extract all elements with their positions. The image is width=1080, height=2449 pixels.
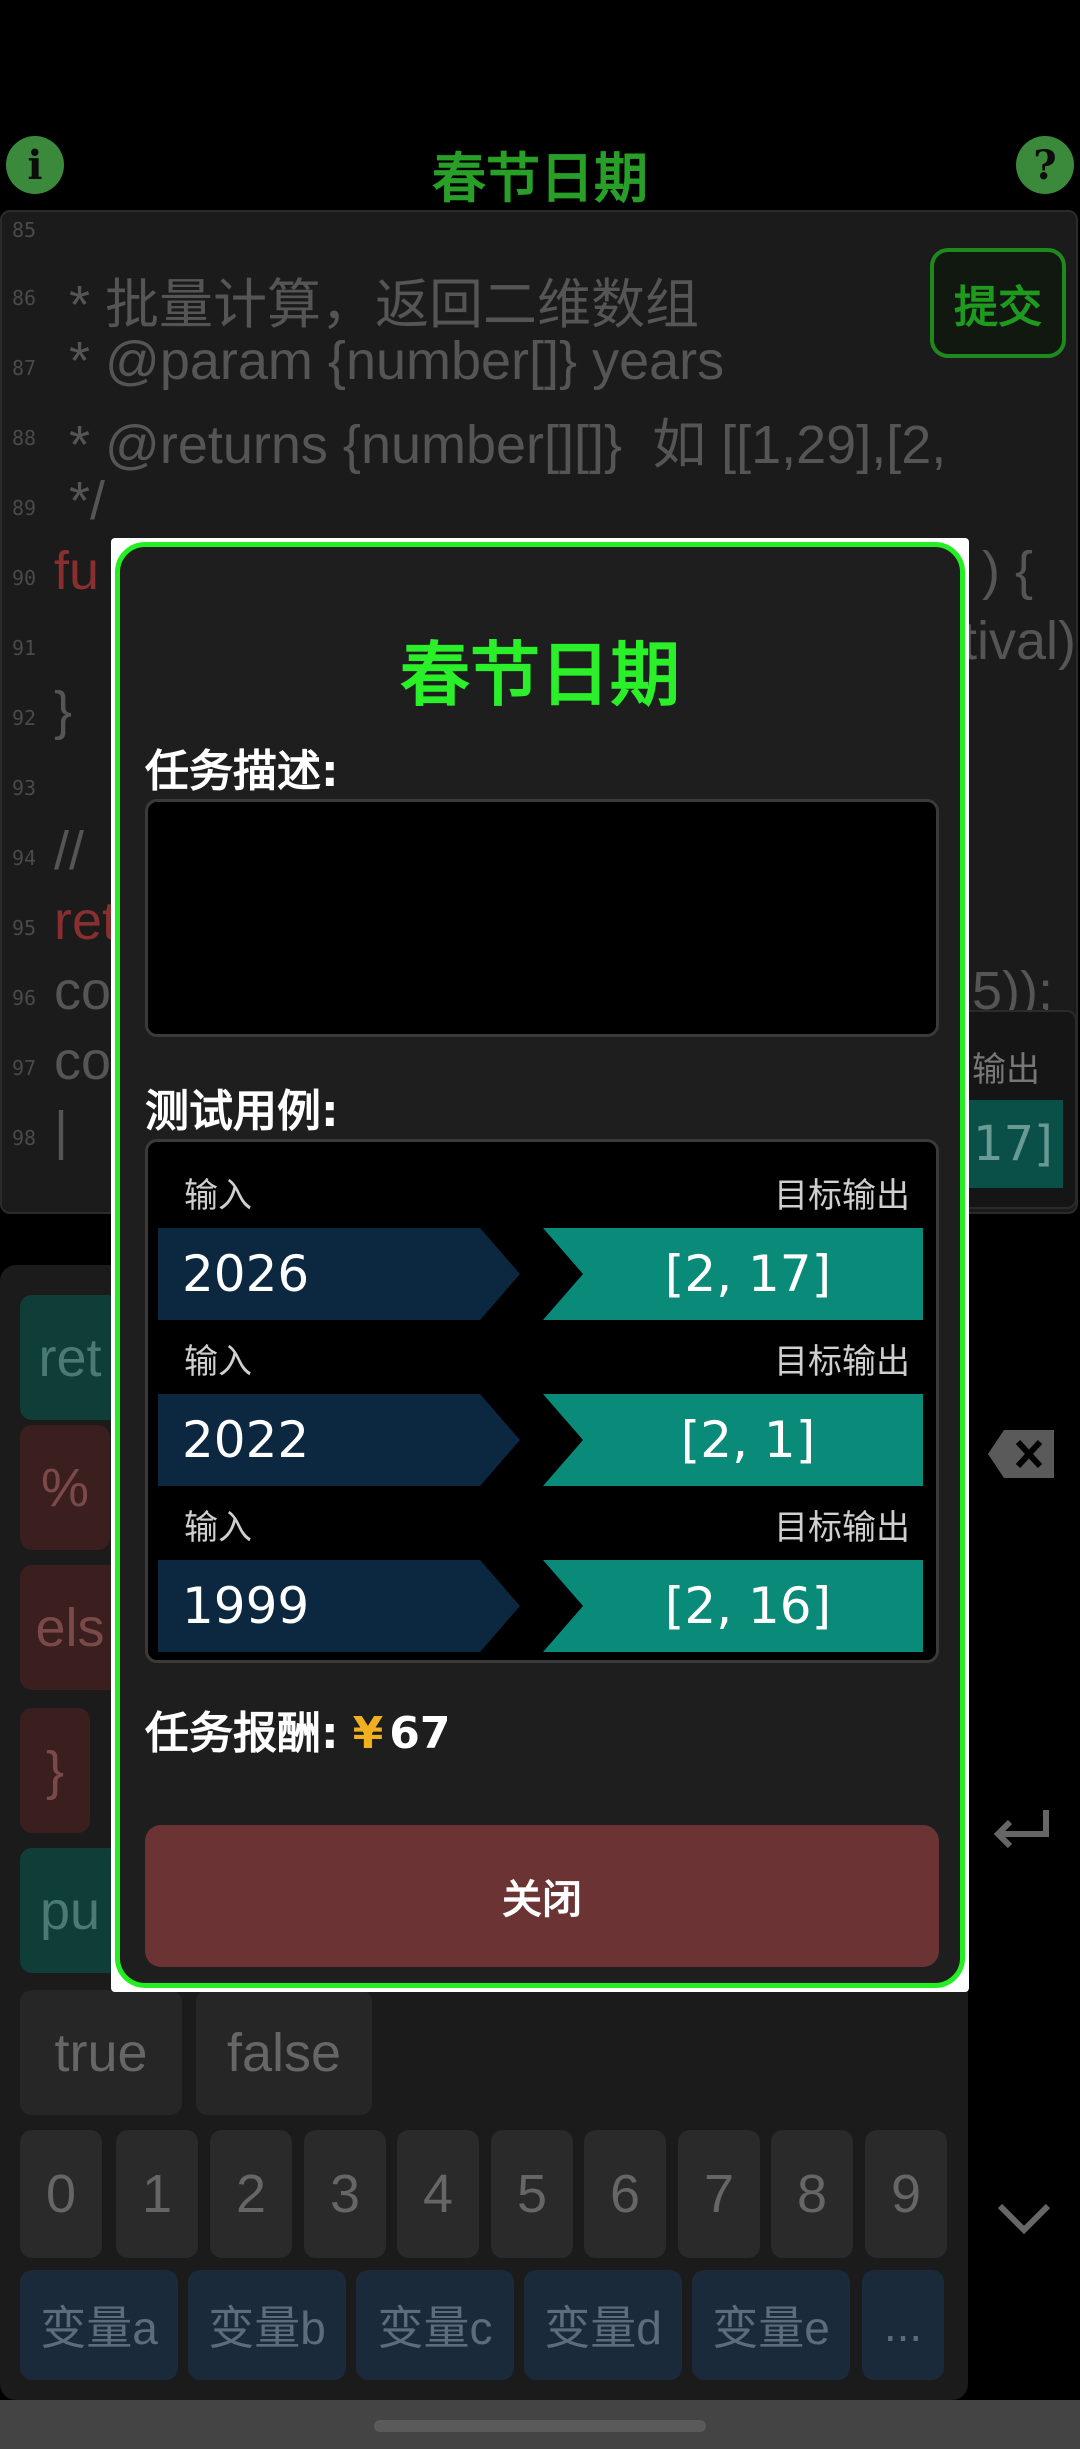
help-icon[interactable]: ? xyxy=(1016,136,1074,194)
task-description-box xyxy=(145,799,939,1037)
case-output-value: [2, 17] xyxy=(543,1228,923,1320)
currency-icon: ¥ xyxy=(352,1708,384,1759)
text-cursor: | xyxy=(54,1101,69,1161)
key-more-vars[interactable]: ... xyxy=(862,2270,944,2380)
case-input-value: 1999 xyxy=(158,1560,520,1652)
backspace-icon[interactable] xyxy=(986,1426,1058,1482)
key-digit-3[interactable]: 3 xyxy=(304,2130,386,2258)
line-number: 93 xyxy=(12,776,37,800)
task-description-label: 任务描述: xyxy=(145,746,339,797)
key-true[interactable]: true xyxy=(20,1990,182,2115)
key-push[interactable]: pu xyxy=(20,1848,120,1973)
test-cases-box: 输入 目标输出 2026 [2, 17] 输入 目标输出 2022 [2, 1]… xyxy=(145,1139,939,1663)
reward-label: 任务报酬: xyxy=(145,1708,339,1759)
code-text: ret xyxy=(54,891,118,951)
key-digit-0[interactable]: 0 xyxy=(20,2130,102,2258)
key-digit-9[interactable]: 9 xyxy=(865,2130,947,2258)
code-text: tival) xyxy=(962,611,1077,671)
home-indicator[interactable] xyxy=(374,2420,706,2432)
case-output-label: 目标输出 xyxy=(774,1342,910,1382)
case-output-value: [2, 1] xyxy=(543,1394,923,1486)
key-percent[interactable]: % xyxy=(20,1425,110,1550)
key-var-b[interactable]: 变量b xyxy=(188,2270,346,2380)
key-digit-5[interactable]: 5 xyxy=(491,2130,573,2258)
line-number: 88 xyxy=(12,426,37,450)
key-digit-8[interactable]: 8 xyxy=(771,2130,853,2258)
line-number: 97 xyxy=(12,1056,37,1080)
line-number: 91 xyxy=(12,636,37,660)
code-text: fu xyxy=(54,541,100,601)
line-number: 90 xyxy=(12,566,37,590)
dialog-title: 春节日期 xyxy=(400,634,680,716)
page-title: 春节日期 xyxy=(432,147,648,210)
key-digit-7[interactable]: 7 xyxy=(678,2130,760,2258)
line-number: 87 xyxy=(12,356,37,380)
collapse-keyboard-icon[interactable] xyxy=(994,2198,1054,2238)
line-number: 92 xyxy=(12,706,37,730)
key-return[interactable]: ret xyxy=(20,1295,120,1420)
side-output-label: 输出 xyxy=(972,1050,1040,1090)
key-else[interactable]: els xyxy=(20,1565,120,1690)
reward-amount: 67 xyxy=(389,1708,451,1759)
code-text: ) { xyxy=(982,541,1034,601)
line-number: 96 xyxy=(12,986,37,1010)
key-digit-1[interactable]: 1 xyxy=(116,2130,198,2258)
task-dialog: 春节日期 任务描述: 测试用例: 输入 目标输出 2026 [2, 17] 输入… xyxy=(115,542,965,1988)
key-digit-2[interactable]: 2 xyxy=(210,2130,292,2258)
key-close-brace[interactable]: } xyxy=(20,1708,90,1833)
side-output-panel: 输出 17] xyxy=(955,1010,1077,1209)
line-number: 98 xyxy=(12,1126,37,1150)
key-digit-6[interactable]: 6 xyxy=(584,2130,666,2258)
test-cases-label: 测试用例: xyxy=(145,1086,339,1137)
case-input-label: 输入 xyxy=(184,1176,252,1216)
line-number: 94 xyxy=(12,846,37,870)
enter-icon[interactable] xyxy=(990,1806,1054,1854)
close-button[interactable]: 关闭 xyxy=(145,1825,939,1967)
side-output-value: 17] xyxy=(963,1100,1063,1188)
code-text: // xyxy=(54,821,85,881)
task-reward: 任务报酬: ¥67 xyxy=(145,1697,450,1761)
key-false[interactable]: false xyxy=(196,1990,372,2115)
key-var-d[interactable]: 变量d xyxy=(524,2270,682,2380)
case-input-label: 输入 xyxy=(184,1508,252,1548)
case-input-value: 2022 xyxy=(158,1394,520,1486)
line-number: 89 xyxy=(12,496,37,520)
line-number: 95 xyxy=(12,916,37,940)
code-text: } xyxy=(54,681,73,741)
code-text: */ xyxy=(54,471,106,531)
code-text: co xyxy=(54,1031,112,1091)
case-input-value: 2026 xyxy=(158,1228,520,1320)
case-input-label: 输入 xyxy=(184,1342,252,1382)
case-output-value: [2, 16] xyxy=(543,1560,923,1652)
key-digit-4[interactable]: 4 xyxy=(397,2130,479,2258)
key-var-c[interactable]: 变量c xyxy=(356,2270,514,2380)
code-text: * @param {number[]} years xyxy=(54,331,725,391)
line-number: 85 xyxy=(12,218,37,242)
code-text: co xyxy=(54,961,112,1021)
case-output-label: 目标输出 xyxy=(774,1508,910,1548)
submit-button[interactable]: 提交 xyxy=(930,248,1066,358)
case-output-label: 目标输出 xyxy=(774,1176,910,1216)
line-number: 86 xyxy=(12,286,37,310)
key-var-a[interactable]: 变量a xyxy=(20,2270,178,2380)
key-var-e[interactable]: 变量e xyxy=(692,2270,850,2380)
